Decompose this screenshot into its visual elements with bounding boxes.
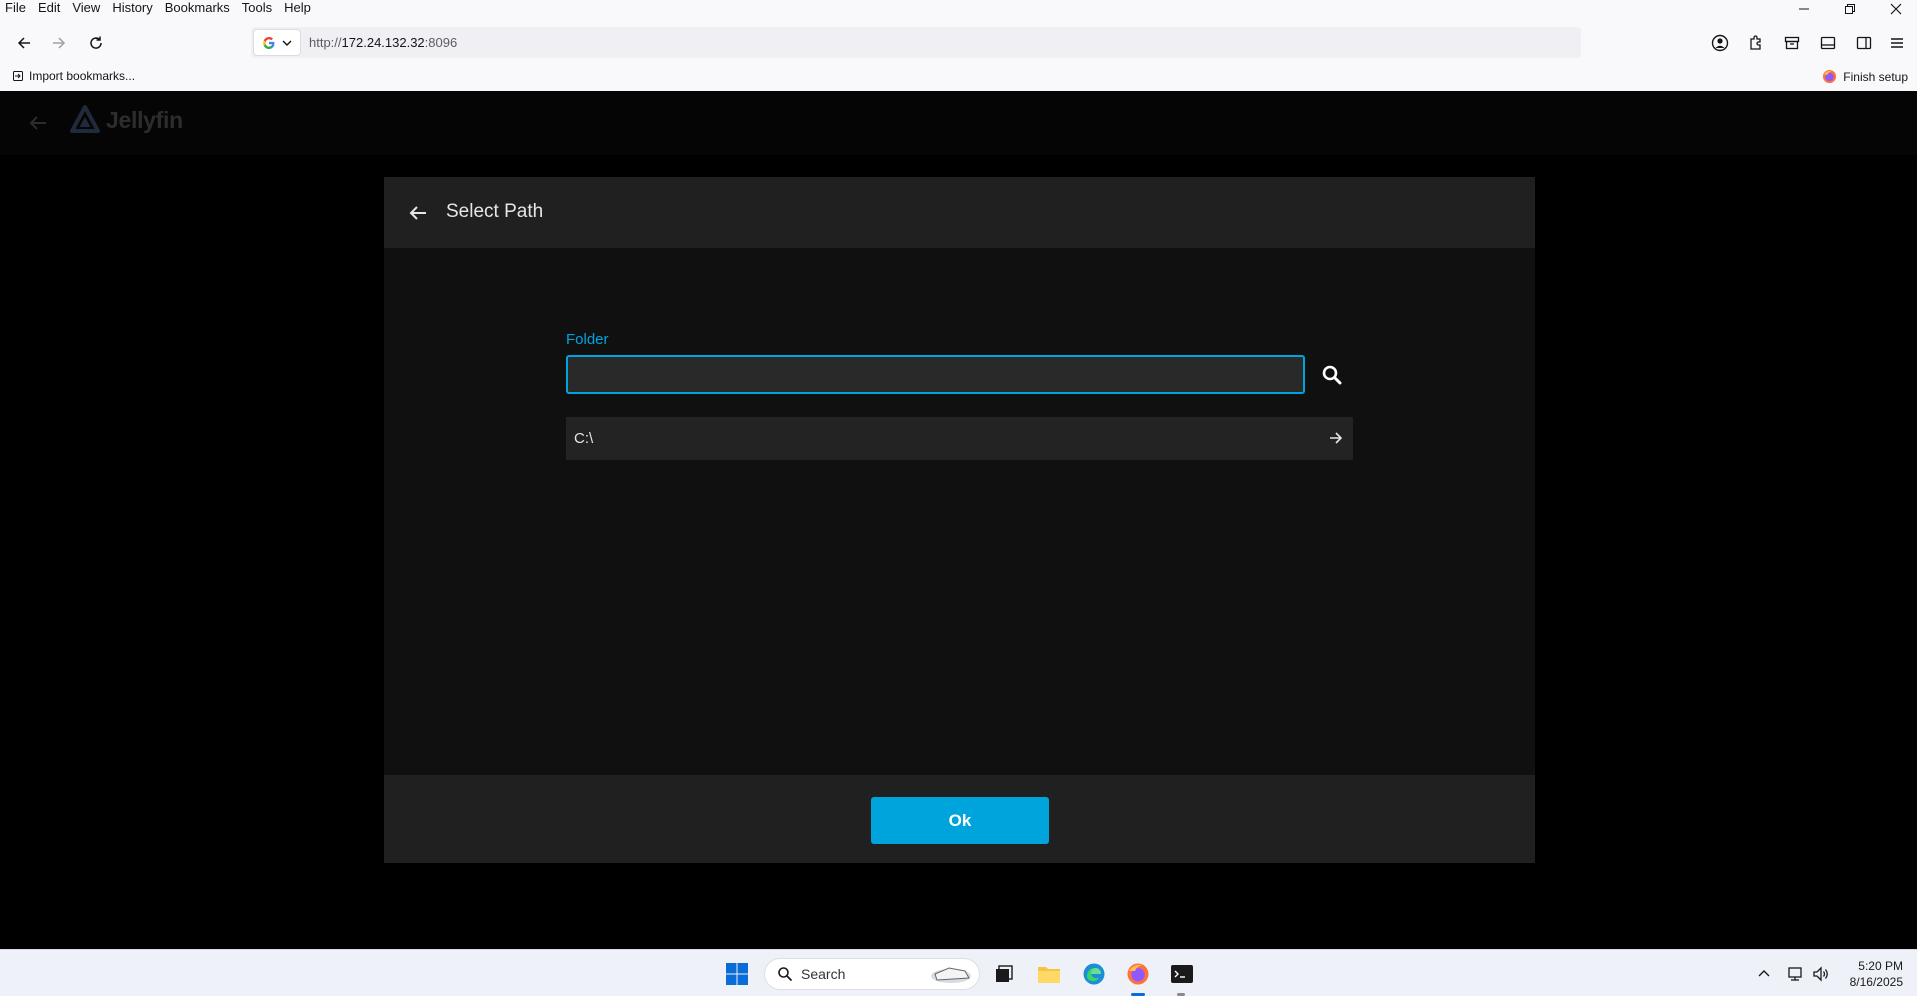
arrow-right-icon (53, 37, 66, 49)
menu-edit[interactable]: Edit (32, 0, 66, 16)
clock-date: 8/16/2025 (1849, 975, 1903, 989)
archive-icon (1784, 36, 1800, 50)
terminal-icon (1171, 965, 1193, 983)
network-icon (1788, 967, 1802, 981)
account-button[interactable] (1705, 28, 1735, 58)
import-bookmarks-label: Import bookmarks... (29, 69, 136, 83)
network-button[interactable] (1785, 964, 1805, 984)
ok-button[interactable]: Ok (871, 797, 1049, 844)
sidebar-button[interactable] (1849, 28, 1879, 58)
select-path-dialog: Select Path Folder C:\ Ok (384, 177, 1535, 863)
close-icon (1890, 3, 1902, 15)
account-icon (1711, 34, 1729, 52)
minimize-button[interactable] (1781, 0, 1827, 18)
volume-button[interactable] (1811, 964, 1831, 984)
forward-button[interactable] (43, 26, 75, 60)
menu-history[interactable]: History (106, 0, 158, 16)
terminal-button[interactable] (1166, 958, 1198, 990)
finish-setup-button[interactable]: Finish setup (1822, 69, 1908, 84)
bookmarks-bar: Import bookmarks... Finish setup (0, 67, 1917, 89)
google-icon (263, 36, 275, 49)
arrow-right-icon (1330, 432, 1343, 444)
edge-button[interactable] (1078, 958, 1110, 990)
folder-search-button[interactable] (1314, 357, 1350, 393)
reader-view-button[interactable] (1813, 28, 1843, 58)
arrow-left-icon (409, 206, 426, 220)
dialog-footer: Ok (384, 775, 1535, 863)
app-menu-button[interactable] (1882, 28, 1912, 58)
menu-tools[interactable]: Tools (236, 0, 278, 16)
jellyfin-logo-text: Jellyfin (106, 106, 183, 133)
dialog-title: Select Path (446, 201, 544, 222)
search-engine-button[interactable] (253, 29, 301, 56)
task-view-button[interactable] (988, 958, 1020, 990)
jellyfin-header: Jellyfin (0, 91, 1917, 155)
hamburger-icon (1891, 38, 1903, 48)
folder-label: Folder (566, 331, 609, 348)
jellyfin-logo[interactable]: Jellyfin (70, 105, 183, 135)
arrow-left-icon (29, 116, 46, 130)
jellyfin-logo-icon (70, 105, 100, 133)
start-button[interactable] (721, 958, 753, 990)
clock[interactable]: 5:20 PM 8/16/2025 (1850, 958, 1903, 990)
menu-help[interactable]: Help (278, 0, 317, 16)
firefox-icon (1127, 963, 1149, 985)
extensions-button[interactable] (1741, 28, 1771, 58)
dialog-header: Select Path (384, 177, 1535, 248)
reload-button[interactable] (80, 26, 112, 60)
reload-icon (90, 36, 102, 49)
taskbar-search[interactable]: Search (764, 958, 980, 990)
arrow-left-icon (17, 37, 30, 49)
url-bar[interactable]: http://172.24.132.32:8096 (251, 27, 1581, 58)
speaker-icon (1813, 966, 1828, 982)
taskbar-search-label: Search (801, 966, 846, 982)
header-back-button[interactable] (24, 109, 52, 137)
search-icon (1322, 365, 1342, 385)
finish-setup-label: Finish setup (1843, 69, 1908, 84)
taskbar: Search 5:20 PM 8/16/2025 (0, 949, 1917, 996)
chevron-up-icon (1758, 970, 1770, 977)
menu-bar: File Edit View History Bookmarks Tools H… (0, 0, 1917, 16)
path-arrow (1327, 429, 1345, 447)
menu-view[interactable]: View (66, 0, 106, 16)
firefox-icon (1823, 69, 1837, 84)
import-bookmarks-button[interactable]: Import bookmarks... (12, 69, 135, 83)
windows-icon (726, 963, 748, 985)
path-list-item[interactable]: C:\ (566, 417, 1353, 460)
window-icon (1820, 36, 1836, 50)
restore-icon (1845, 4, 1855, 14)
url-text[interactable]: http://172.24.132.32:8096 (309, 35, 457, 50)
chevron-down-icon (282, 40, 292, 46)
show-hidden-icons-button[interactable] (1754, 964, 1774, 984)
clock-time: 5:20 PM (1858, 959, 1903, 973)
task-view-icon (996, 965, 1013, 982)
nav-toolbar: http://172.24.132.32:8096 (0, 26, 1917, 60)
back-button[interactable] (8, 26, 40, 60)
restore-button[interactable] (1827, 0, 1873, 18)
dialog-back-button[interactable] (402, 197, 434, 229)
puzzle-icon (1750, 35, 1761, 50)
pocket-button[interactable] (1777, 28, 1807, 58)
import-icon (13, 71, 23, 81)
folder-icon (1038, 967, 1060, 983)
folder-input[interactable] (566, 355, 1305, 394)
search-highlight-icon (931, 967, 971, 983)
menu-bookmarks[interactable]: Bookmarks (159, 0, 236, 16)
minimize-icon (1799, 8, 1809, 10)
search-icon (778, 967, 793, 982)
file-explorer-button[interactable] (1033, 958, 1065, 990)
close-window-button[interactable] (1873, 0, 1917, 18)
edge-icon (1083, 963, 1105, 985)
sidebar-icon (1856, 36, 1872, 50)
menu-file[interactable]: File (0, 0, 32, 16)
path-label: C:\ (574, 430, 594, 447)
firefox-taskbar-button[interactable] (1122, 958, 1154, 990)
jellyfin-page: Jellyfin Select Path Folder C:\ Ok (0, 91, 1917, 949)
browser-chrome: File Edit View History Bookmarks Tools H… (0, 0, 1917, 91)
